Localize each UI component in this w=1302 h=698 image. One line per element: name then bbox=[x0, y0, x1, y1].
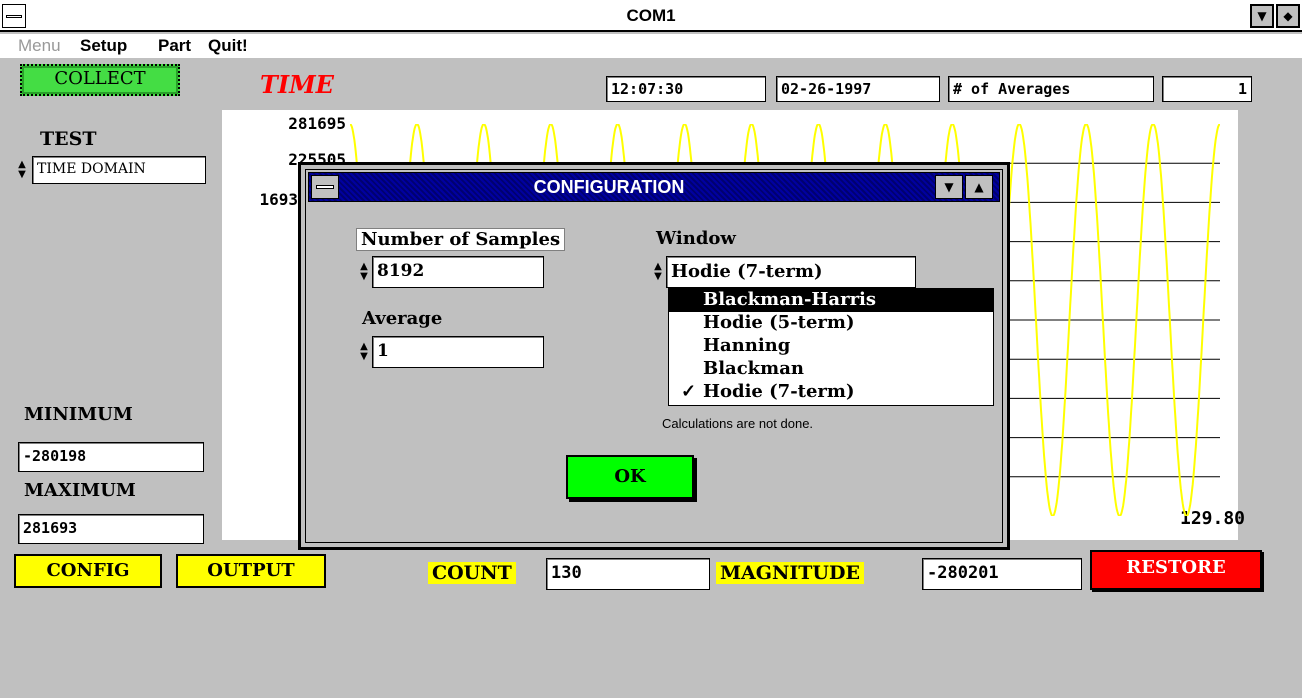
window-label: Window bbox=[656, 228, 736, 249]
count-value: 130 bbox=[546, 558, 710, 590]
test-label: TEST bbox=[40, 128, 97, 150]
averages-label: # of Averages bbox=[948, 76, 1154, 102]
dialog-maximize-button[interactable]: ▲ bbox=[965, 175, 993, 199]
window-spinner-icon[interactable]: ▲ ▼ bbox=[652, 262, 664, 282]
maximum-label: MAXIMUM bbox=[24, 480, 136, 501]
collect-button[interactable]: COLLECT bbox=[20, 64, 180, 96]
ok-button[interactable]: OK bbox=[566, 455, 694, 499]
averages-value: 1 bbox=[1162, 76, 1252, 102]
magnitude-label: MAGNITUDE bbox=[716, 562, 864, 584]
restore-window-button[interactable]: ◆ bbox=[1276, 4, 1300, 28]
mode-label: TIME bbox=[260, 70, 334, 99]
menu-bar: Menu Setup Part Quit! bbox=[0, 34, 1302, 58]
dialog-title-bar: CONFIGURATION ▼ ▲ bbox=[308, 172, 1000, 202]
window-option-hodie-5[interactable]: Hodie (5-term) bbox=[669, 312, 993, 335]
window-option-hanning[interactable]: Hanning bbox=[669, 335, 993, 358]
dialog-title: CONFIGURATION bbox=[533, 177, 685, 197]
average-field[interactable]: 1 bbox=[372, 336, 544, 368]
menu-item-setup[interactable]: Setup bbox=[80, 36, 127, 56]
test-mode-field[interactable]: TIME DOMAIN bbox=[32, 156, 206, 184]
y-tick-label: 1693 bbox=[259, 190, 298, 209]
test-spinner-icon[interactable]: ▲ ▼ bbox=[16, 160, 28, 180]
minimum-label: MINIMUM bbox=[24, 404, 133, 425]
window-dropdown-list[interactable]: Blackman-Harris Hodie (5-term) Hanning B… bbox=[668, 288, 994, 406]
samples-field[interactable]: 8192 bbox=[372, 256, 544, 288]
menu-item-menu: Menu bbox=[18, 36, 61, 55]
average-spinner-icon[interactable]: ▲ ▼ bbox=[358, 342, 370, 362]
window-select[interactable]: Hodie (7-term) bbox=[666, 256, 916, 288]
window-option-blackman-harris[interactable]: Blackman-Harris bbox=[669, 289, 993, 312]
menu-item-quit[interactable]: Quit! bbox=[208, 36, 248, 56]
menu-item-part[interactable]: Part bbox=[158, 36, 191, 56]
samples-spinner-icon[interactable]: ▲ ▼ bbox=[358, 262, 370, 282]
dialog-minimize-button[interactable]: ▼ bbox=[935, 175, 963, 199]
date-display: 02-26-1997 bbox=[776, 76, 940, 102]
maximum-value: 281693 bbox=[18, 514, 204, 544]
y-tick-label: 281695 bbox=[288, 114, 346, 133]
minimize-button[interactable]: ▼ bbox=[1250, 4, 1274, 28]
status-text: Calculations are not done. bbox=[662, 416, 814, 431]
window-option-blackman[interactable]: Blackman bbox=[669, 358, 993, 381]
count-label: COUNT bbox=[428, 562, 516, 584]
minimum-value: -280198 bbox=[18, 442, 204, 472]
config-button[interactable]: CONFIG bbox=[14, 554, 162, 588]
restore-button[interactable]: RESTORE bbox=[1090, 550, 1262, 590]
window-title: COM1 bbox=[626, 6, 676, 25]
window-option-hodie-7[interactable]: ✓ Hodie (7-term) bbox=[669, 381, 993, 404]
window-option-hodie-7-label: Hodie (7-term) bbox=[703, 381, 855, 402]
title-bar: COM1 ▼ ◆ bbox=[0, 0, 1302, 32]
checkmark-icon: ✓ bbox=[681, 381, 697, 402]
magnitude-value: -280201 bbox=[922, 558, 1082, 590]
output-button[interactable]: OUTPUT bbox=[176, 554, 326, 588]
samples-label: Number of Samples bbox=[356, 228, 566, 251]
average-label: Average bbox=[362, 308, 443, 329]
time-display: 12:07:30 bbox=[606, 76, 766, 102]
